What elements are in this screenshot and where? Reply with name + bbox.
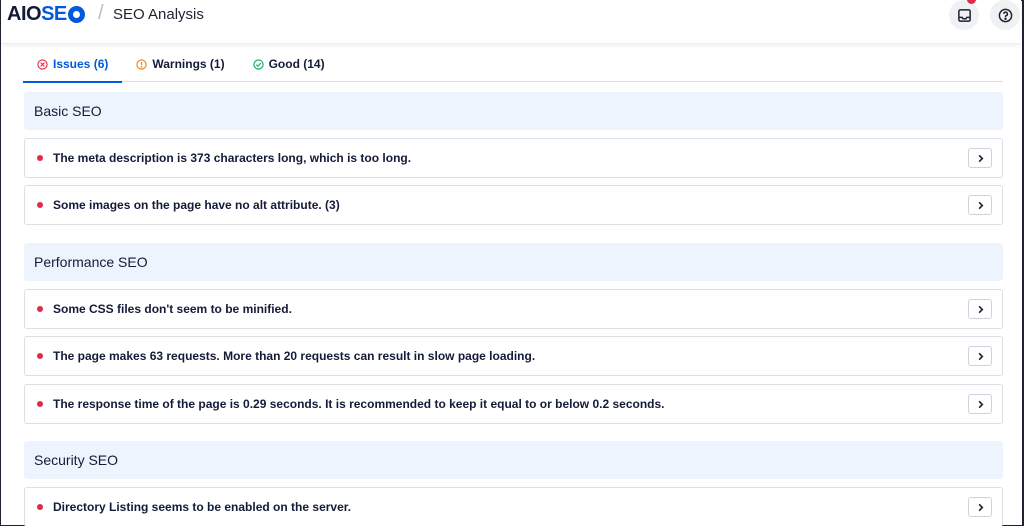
issue-dot-icon [37,504,43,510]
issue-row[interactable]: The meta description is 373 characters l… [24,138,1003,178]
inbox-icon [957,8,971,22]
logo-o-icon [67,5,85,23]
tab-good[interactable]: Good (14) [239,46,339,82]
expand-button[interactable] [968,497,992,517]
chevron-right-icon [978,400,983,408]
logo-suffix: SE [41,3,85,26]
issue-dot-icon [37,353,43,359]
expand-button[interactable] [968,394,992,414]
section-security-seo: Security SEO [24,441,1003,479]
inbox-button[interactable] [949,0,979,30]
tab-issues[interactable]: Issues (6) [23,46,123,83]
section-title: Security SEO [34,452,119,468]
expand-button[interactable] [968,148,992,168]
issue-dot-icon [37,306,43,312]
section-basic-seo: Basic SEO [24,92,1003,130]
chevron-right-icon [978,305,983,313]
help-icon [998,8,1012,22]
issue-text: The response time of the page is 0.29 se… [53,397,665,411]
expand-button[interactable] [968,346,992,366]
error-circle-icon [37,58,48,70]
issue-dot-icon [37,401,43,407]
warning-circle-icon [136,58,147,70]
tab-issues-label: Issues (6) [53,57,109,71]
chevron-right-icon [978,503,983,511]
aioseo-logo[interactable]: AIO SE [7,3,85,25]
section-performance-seo: Performance SEO [24,243,1003,281]
check-circle-icon [252,58,264,70]
help-button[interactable] [990,0,1020,30]
expand-button[interactable] [968,299,992,319]
chevron-right-icon [978,201,983,209]
issue-row[interactable]: The page makes 63 requests. More than 20… [24,336,1003,376]
issue-dot-icon [37,155,43,161]
issue-row[interactable]: Some images on the page have no alt attr… [24,185,1003,225]
expand-button[interactable] [968,195,992,215]
issue-text: Some CSS files don't seem to be minified… [53,302,292,316]
breadcrumb-separator: / [98,2,104,24]
issue-row[interactable]: Some CSS files don't seem to be minified… [24,289,1003,329]
section-title: Performance SEO [34,254,148,270]
issue-text: Directory Listing seems to be enabled on… [53,500,352,514]
notification-badge [967,0,976,4]
chevron-right-icon [978,352,983,360]
issue-text: The meta description is 373 characters l… [53,151,412,165]
chevron-right-icon [978,154,983,162]
issue-row[interactable]: Directory Listing seems to be enabled on… [24,487,1003,526]
issue-row[interactable]: The response time of the page is 0.29 se… [24,384,1003,424]
tab-warnings[interactable]: Warnings (1) [122,46,238,82]
logo-prefix: AIO [7,2,42,25]
section-title: Basic SEO [34,103,102,119]
issue-text: Some images on the page have no alt attr… [53,198,340,212]
tab-good-label: Good (14) [268,57,325,71]
page-title: SEO Analysis [113,6,204,23]
tab-warnings-label: Warnings (1) [152,57,225,71]
top-header: AIO SE / SEO Analysis [1,0,1021,44]
issue-dot-icon [37,202,43,208]
issue-text: The page makes 63 requests. More than 20… [53,349,536,363]
analysis-tabs: Issues (6) Warnings (1) Good (14) [23,46,1003,83]
